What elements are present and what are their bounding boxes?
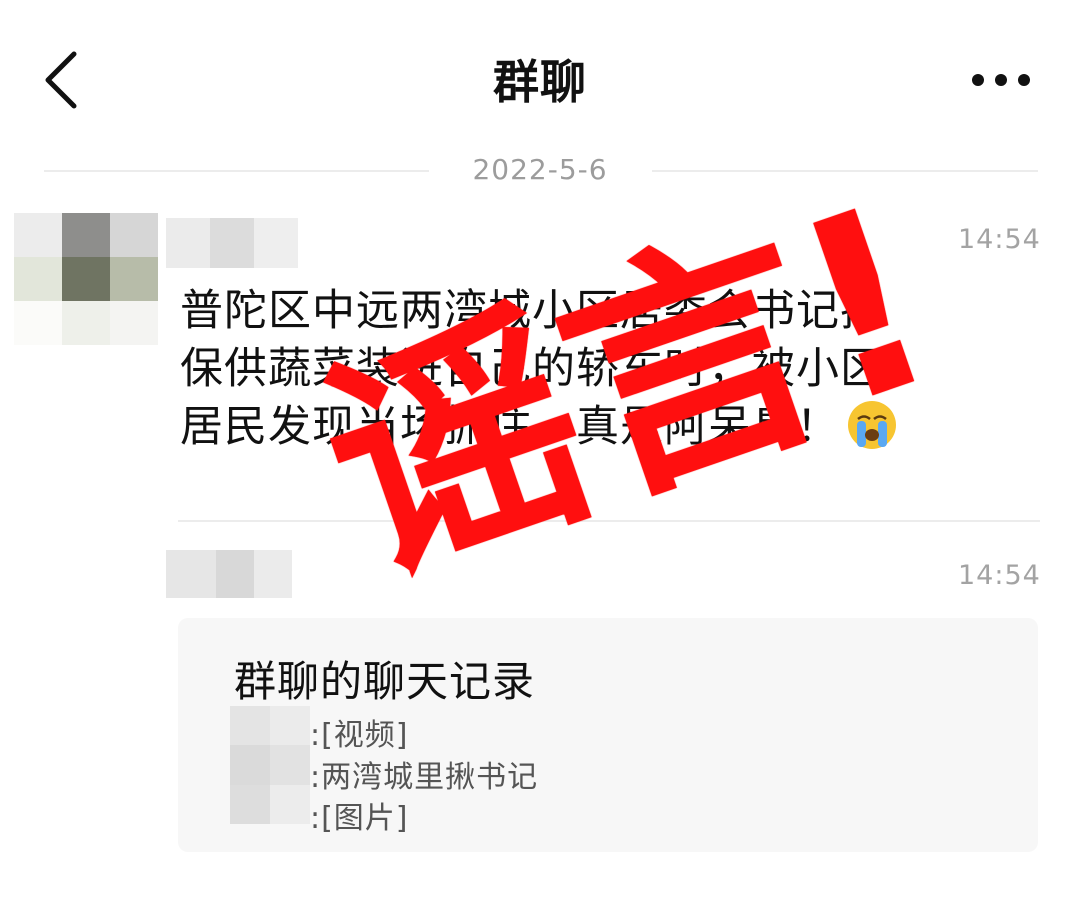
message-time: 14:54 — [958, 224, 1041, 255]
message-text: 普陀区中远两湾城小区居委会书记把 保供蔬菜装进自己的轿车时，被小区 居民发现当场… — [180, 282, 1040, 466]
record-senders-redacted — [230, 706, 310, 824]
chat-record-item: :[视频] — [310, 718, 409, 753]
more-dots-icon — [972, 74, 1030, 86]
message-divider — [178, 520, 1040, 522]
chat-record-item: :两湾城里揪书记 — [310, 760, 539, 795]
message-line-text: 居民发现当场抓住，真是阿呆臭！ — [180, 402, 840, 452]
message-line: 保供蔬菜装进自己的轿车时，被小区 — [180, 344, 884, 394]
date-divider-right — [652, 170, 1038, 172]
message-line: 居民发现当场抓住，真是阿呆臭！ — [180, 398, 1040, 466]
date-separator: 2022-5-6 — [472, 153, 608, 186]
page-title: 群聊 — [493, 55, 587, 109]
chat-record-card[interactable]: 群聊的聊天记录 :[视频] :两湾城里揪书记 :[图片] — [178, 618, 1038, 852]
sender-name-redacted — [166, 550, 292, 598]
more-options-button[interactable] — [968, 60, 1034, 100]
message-line: 普陀区中远两湾城小区居委会书记把 — [180, 286, 884, 336]
chat-record-title: 群聊的聊天记录 — [234, 657, 536, 706]
sender-name-redacted — [166, 218, 298, 268]
date-divider-left — [44, 170, 429, 172]
chat-record-item: :[图片] — [310, 801, 409, 836]
message-time: 14:54 — [958, 560, 1041, 591]
crying-face-icon — [846, 399, 898, 466]
avatar[interactable] — [14, 213, 158, 345]
